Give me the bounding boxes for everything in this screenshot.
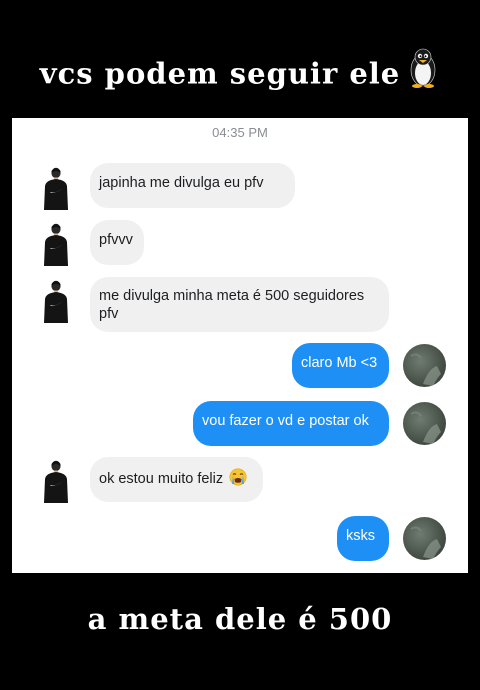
crying-face-icon	[229, 468, 247, 486]
message-text: pfvvv	[99, 232, 133, 248]
message-bubble[interactable]: claro Mb <3	[292, 343, 389, 388]
chat-panel: 04:35 PM japinha me divulga eu pfv pfvvv…	[12, 118, 468, 573]
message-text: japinha me divulga eu pfv	[99, 175, 264, 191]
top-caption: vcs podem seguir ele	[0, 48, 480, 99]
message-text: me divulga minha meta é 500 seguidores p…	[99, 288, 365, 322]
own-avatar[interactable]	[403, 402, 446, 445]
message-bubble[interactable]: vou fazer o vd e postar ok	[193, 401, 389, 446]
own-avatar[interactable]	[403, 344, 446, 387]
sender-avatar[interactable]	[40, 459, 72, 503]
message-bubble[interactable]: japinha me divulga eu pfv	[90, 163, 295, 208]
message-bubble[interactable]: ksks	[337, 516, 389, 561]
sender-avatar[interactable]	[40, 166, 72, 210]
message-bubble[interactable]: me divulga minha meta é 500 seguidores p…	[90, 277, 389, 332]
message-bubble[interactable]: pfvvv	[90, 220, 144, 265]
own-avatar[interactable]	[403, 517, 446, 560]
sender-avatar[interactable]	[40, 279, 72, 323]
penguin-icon	[406, 48, 440, 95]
message-text: ksks	[346, 528, 375, 544]
message-text: ok estou muito feliz	[99, 471, 224, 487]
message-bubble[interactable]: ok estou muito feliz	[90, 457, 263, 502]
message-text: vou fazer o vd e postar ok	[202, 413, 369, 429]
top-caption-text: vcs podem seguir ele	[39, 56, 401, 91]
chat-timestamp: 04:35 PM	[212, 125, 268, 140]
message-text: claro Mb <3	[301, 355, 378, 371]
bottom-caption: a meta dele é 500	[0, 602, 480, 636]
sender-avatar[interactable]	[40, 222, 72, 266]
bottom-caption-text: a meta dele é 500	[87, 602, 393, 636]
